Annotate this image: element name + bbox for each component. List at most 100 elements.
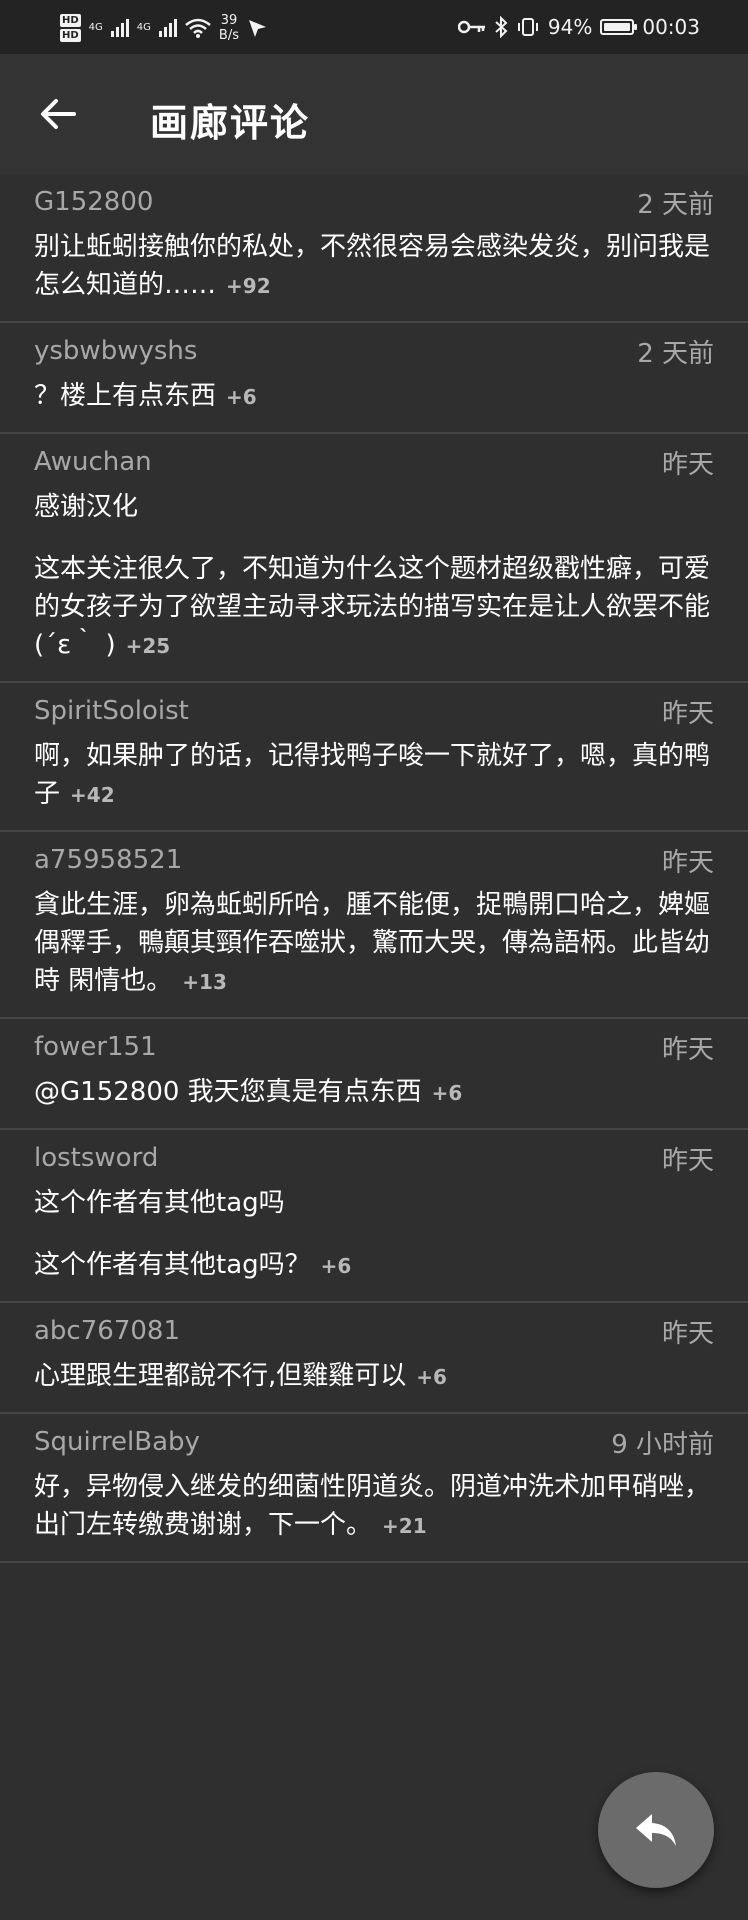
- comment-score[interactable]: +92: [226, 274, 271, 298]
- network-type-2: 4G: [136, 22, 151, 33]
- comment-paragraph: 啊，如果肿了的话，记得找鸭子唆一下就好了，嗯，真的鸭子 +42: [34, 737, 714, 814]
- comment-item[interactable]: ysbwbwyshs 2 天前 ？楼上有点东西 +6: [0, 323, 748, 434]
- comment-text: 别让蚯蚓接触你的私处，不然很容易会感染发炎，别问我是怎么知道的……: [34, 232, 711, 300]
- comment-header: SquirrelBaby 9 小时前: [34, 1426, 714, 1460]
- comment-paragraph: @G152800 我天您真是有点东西 +6: [34, 1073, 714, 1112]
- comment-paragraph: 好，异物侵入继发的细菌性阴道炎。阴道冲洗术加甲硝唑，出门左转缴费谢谢，下一个。 +…: [34, 1468, 714, 1545]
- comment-body: 心理跟生理都說不行,但雞雞可以 +6: [34, 1357, 714, 1396]
- status-bar-right: 94% 00:03: [457, 12, 700, 42]
- network-type-1: 4G: [88, 22, 103, 33]
- network-speed-value: 39: [220, 13, 238, 28]
- battery-percent: 94%: [547, 15, 593, 39]
- hd-badge-2: HD: [60, 29, 81, 42]
- comment-score[interactable]: +25: [126, 634, 171, 658]
- comment-time: 昨天: [661, 1034, 714, 1065]
- comment-paragraph: 心理跟生理都說不行,但雞雞可以 +6: [34, 1357, 714, 1396]
- key-icon: [457, 20, 485, 34]
- hd-indicators: HD HD: [60, 14, 81, 42]
- comment-header: abc767081 昨天: [34, 1315, 714, 1349]
- comment-body: 这个作者有其他tag吗 这个作者有其他tag吗？ +6: [34, 1184, 714, 1285]
- comment-item[interactable]: SpiritSoloist 昨天啊，如果肿了的话，记得找鸭子唆一下就好了，嗯，真的…: [0, 683, 748, 832]
- comment-text: @G152800 我天您真是有点东西: [34, 1077, 422, 1107]
- network-speed-unit: B/s: [218, 28, 239, 43]
- comment-body: 貪此生涯，卵為蚯蚓所哈，腫不能便，捉鴨開口哈之，婢嫗偶釋手，鴨顛其頸作吞噬狀，驚…: [34, 886, 714, 1001]
- comment-username[interactable]: a75958521: [34, 845, 182, 875]
- comment-username[interactable]: G152800: [34, 187, 153, 217]
- comment-list[interactable]: G152800 2 天前 别让蚯蚓接触你的私处，不然很容易会感染发炎，别问我是怎么知…: [0, 174, 748, 1563]
- comment-item[interactable]: a75958521 昨天貪此生涯，卵為蚯蚓所哈，腫不能便，捉鴨開口哈之，婢嫗偶釋手…: [0, 832, 748, 1019]
- clock: 00:03: [642, 15, 700, 39]
- comment-time: 昨天: [661, 449, 714, 480]
- comment-username[interactable]: SpiritSoloist: [34, 696, 189, 726]
- comment-item[interactable]: G152800 2 天前别让蚯蚓接触你的私处，不然很容易会感染发炎，别问我是怎么知…: [0, 174, 748, 323]
- comment-text: 这个作者有其他tag吗: [34, 1188, 285, 1218]
- comment-text: 这个作者有其他tag吗？: [34, 1250, 311, 1280]
- comment-score[interactable]: +6: [432, 1081, 463, 1105]
- network-speed: 39 B/s: [219, 13, 239, 43]
- comment-paragraph: 这个作者有其他tag吗: [34, 1184, 714, 1222]
- comment-time: 昨天: [661, 1145, 714, 1176]
- comment-time: 2 天前: [637, 189, 714, 220]
- comment-item[interactable]: abc767081 昨天心理跟生理都說不行,但雞雞可以 +6: [0, 1303, 748, 1414]
- comment-item[interactable]: Awuchan 昨天感谢汉化这本关注很久了，不知道为什么这个题材超级戳性癖，可爱的…: [0, 434, 748, 683]
- comment-time: 2 天前: [637, 338, 714, 369]
- page-title: 画廊评论: [150, 101, 311, 145]
- comment-body: 感谢汉化这本关注很久了，不知道为什么这个题材超级戳性癖，可爱的女孩子为了欲望主动…: [34, 488, 714, 665]
- comment-body: ？楼上有点东西 +6: [34, 377, 714, 416]
- comment-item[interactable]: lostsword 昨天这个作者有其他tag吗 这个作者有其他tag吗？ +6: [0, 1130, 748, 1303]
- comment-item[interactable]: fower151 昨天 @G152800 我天您真是有点东西 +6: [0, 1019, 748, 1130]
- comment-paragraph: 貪此生涯，卵為蚯蚓所哈，腫不能便，捉鴨開口哈之，婢嫗偶釋手，鴨顛其頸作吞噬狀，驚…: [34, 886, 714, 1001]
- comment-header: G152800 2 天前: [34, 186, 714, 220]
- comment-paragraph: ？楼上有点东西 +6: [34, 377, 714, 416]
- comment-username[interactable]: fower151: [34, 1032, 157, 1062]
- reply-button[interactable]: [598, 1772, 714, 1888]
- location-arrow-icon: [249, 20, 266, 37]
- comment-paragraph: 这个作者有其他tag吗？ +6: [34, 1246, 714, 1285]
- comment-text: 貪此生涯，卵為蚯蚓所哈，腫不能便，捉鴨開口哈之，婢嫗偶釋手，鴨顛其頸作吞噬狀，驚…: [34, 890, 711, 996]
- bluetooth-icon: [495, 16, 508, 38]
- status-bar: HD HD 4G 4G 39 B/s 94% 00:03: [0, 0, 748, 54]
- comment-header: ysbwbwyshs 2 天前: [34, 335, 714, 369]
- comment-username[interactable]: ysbwbwyshs: [34, 336, 197, 366]
- hd-badge-1: HD: [60, 14, 81, 27]
- comment-paragraph: 感谢汉化: [34, 488, 714, 526]
- comment-time: 昨天: [661, 1318, 714, 1349]
- comment-body: 好，异物侵入继发的细菌性阴道炎。阴道冲洗术加甲硝唑，出门左转缴费谢谢，下一个。 +…: [34, 1468, 714, 1545]
- comment-item[interactable]: SquirrelBaby 9 小时前好，异物侵入继发的细菌性阴道炎。阴道冲洗术加甲…: [0, 1414, 748, 1563]
- comment-score[interactable]: +6: [321, 1254, 352, 1278]
- vibrate-icon: [517, 18, 538, 36]
- comment-score[interactable]: +6: [226, 385, 257, 409]
- signal-strength-2-icon: [158, 19, 177, 37]
- comment-time: 昨天: [661, 847, 714, 878]
- comment-username[interactable]: abc767081: [34, 1316, 180, 1346]
- comment-body: 啊，如果肿了的话，记得找鸭子唆一下就好了，嗯，真的鸭子 +42: [34, 737, 714, 814]
- comment-text: 心理跟生理都說不行,但雞雞可以: [34, 1361, 407, 1391]
- comment-header: fower151 昨天: [34, 1031, 714, 1065]
- comment-username[interactable]: lostsword: [34, 1143, 158, 1173]
- comment-paragraph: 这本关注很久了，不知道为什么这个题材超级戳性癖，可爱的女孩子为了欲望主动寻求玩法…: [34, 550, 714, 665]
- comment-time: 9 小时前: [611, 1429, 714, 1460]
- comment-text: ？楼上有点东西: [34, 381, 217, 411]
- status-bar-left: HD HD 4G 4G 39 B/s: [60, 8, 267, 48]
- comment-score[interactable]: +13: [182, 970, 227, 994]
- comment-username[interactable]: Awuchan: [34, 447, 152, 477]
- reply-icon: [636, 1814, 676, 1846]
- app-bar: 画廊评论: [0, 54, 748, 174]
- comment-header: a75958521 昨天: [34, 844, 714, 878]
- comment-header: SpiritSoloist 昨天: [34, 695, 714, 729]
- comment-text: 好，异物侵入继发的细菌性阴道炎。阴道冲洗术加甲硝唑，出门左转缴费谢谢，下一个。: [34, 1472, 711, 1540]
- battery-icon: [600, 19, 638, 35]
- comment-score[interactable]: +21: [382, 1514, 427, 1538]
- wifi-icon: [185, 18, 211, 38]
- comment-paragraph: 别让蚯蚓接触你的私处，不然很容易会感染发炎，别问我是怎么知道的…… +92: [34, 228, 714, 305]
- comment-score[interactable]: +42: [70, 783, 115, 807]
- arrow-left-icon[interactable]: [34, 90, 82, 138]
- signal-strength-1-icon: [110, 19, 129, 37]
- comment-header: Awuchan 昨天: [34, 446, 714, 480]
- comment-body: @G152800 我天您真是有点东西 +6: [34, 1073, 714, 1112]
- comment-header: lostsword 昨天: [34, 1142, 714, 1176]
- comment-score[interactable]: +6: [416, 1365, 447, 1389]
- comment-text: 感谢汉化: [34, 492, 139, 522]
- comment-time: 昨天: [661, 698, 714, 729]
- comment-username[interactable]: SquirrelBaby: [34, 1427, 200, 1457]
